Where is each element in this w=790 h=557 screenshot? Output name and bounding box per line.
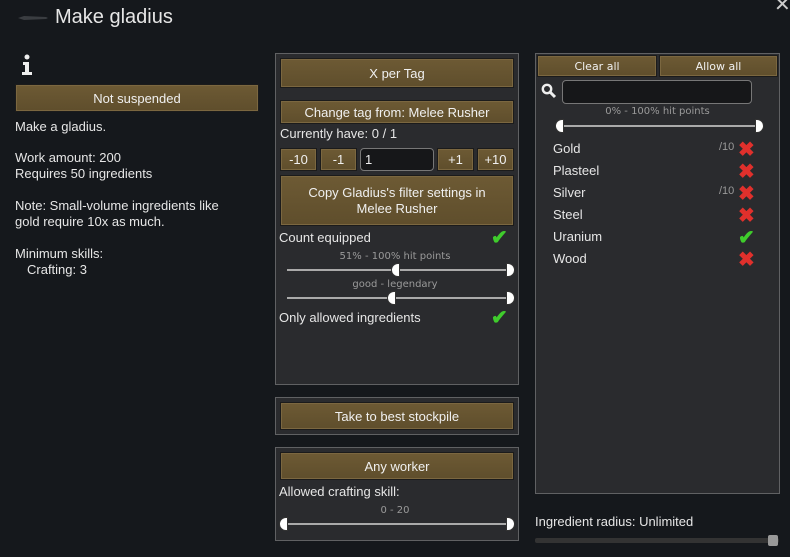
decrement-1-button[interactable]: -1 <box>320 148 357 171</box>
ingredient-note: /10 <box>719 141 735 153</box>
hit-points-range-label: 51% - 100% hit points <box>339 251 451 262</box>
ingredient-filter-panel <box>535 53 780 494</box>
ingredient-uranium: Uranium <box>553 229 603 244</box>
allow-all-button[interactable]: Allow all <box>659 55 778 77</box>
quality-range-label: good - legendary <box>352 279 438 290</box>
dialog-title: Make gladius <box>55 6 173 28</box>
copy-filter-button[interactable]: Copy Gladius's filter settings in Melee … <box>280 175 514 226</box>
filter-hit-points-label: 0% - 100% hit points <box>605 106 710 117</box>
ingredient-count: Requires 50 ingredients <box>15 166 153 181</box>
filter-hit-points-slider[interactable] <box>560 125 760 127</box>
ingredient-plasteel: Plasteel <box>553 163 600 178</box>
quality-slider[interactable] <box>287 297 510 299</box>
clear-all-button[interactable]: Clear all <box>537 55 657 77</box>
ingredient-note: /10 <box>719 185 735 197</box>
cross-icon[interactable]: ✖ <box>738 247 755 272</box>
count-equipped-label: Count equipped <box>279 230 371 245</box>
ingredient-silver: Silver <box>553 185 586 200</box>
work-amount: Work amount: 200 <box>15 150 121 165</box>
change-tag-button[interactable]: Change tag from: Melee Rusher <box>280 100 514 124</box>
ingredient-steel: Steel <box>553 207 583 222</box>
filter-hit-points-min-handle[interactable] <box>555 119 564 133</box>
recipe-description: Make a gladius. <box>15 119 107 134</box>
only-allowed-checkbox[interactable]: ✔ <box>491 305 508 330</box>
search-icon <box>541 83 557 99</box>
count-equipped-checkbox[interactable]: ✔ <box>491 225 508 250</box>
ingredient-radius-label: Ingredient radius: Unlimited <box>535 514 694 529</box>
decrement-10-button[interactable]: -10 <box>280 148 317 171</box>
stockpile-button[interactable]: Take to best stockpile <box>280 402 514 430</box>
repeat-mode-button[interactable]: X per Tag <box>280 58 514 88</box>
target-count-input[interactable]: 1 <box>360 148 434 171</box>
info-icon[interactable] <box>20 54 34 76</box>
ingredient-radius-handle[interactable] <box>768 535 778 546</box>
note-line-1: Note: Small-volume ingredients like <box>15 198 219 213</box>
worker-button[interactable]: Any worker <box>280 452 514 480</box>
only-allowed-label: Only allowed ingredients <box>279 310 421 325</box>
hit-points-min-handle[interactable] <box>391 263 400 277</box>
skill-range-label: 0 - 20 <box>380 505 410 516</box>
suspend-button[interactable]: Not suspended <box>15 84 259 112</box>
allowed-skill-label: Allowed crafting skill: <box>279 484 400 499</box>
search-input[interactable] <box>562 80 752 104</box>
skill-min-handle[interactable] <box>279 517 288 531</box>
currently-have: Currently have: 0 / 1 <box>280 126 398 141</box>
gladius-icon <box>18 16 48 20</box>
note-line-2: gold require 10x as much. <box>15 214 165 229</box>
increment-10-button[interactable]: +10 <box>477 148 514 171</box>
ingredient-wood: Wood <box>553 251 587 266</box>
ingredient-gold: Gold <box>553 141 581 156</box>
increment-1-button[interactable]: +1 <box>437 148 474 171</box>
crafting-skill: Crafting: 3 <box>27 262 87 277</box>
ingredient-radius-slider[interactable] <box>535 538 779 543</box>
skill-slider[interactable] <box>284 523 511 525</box>
quality-min-handle[interactable] <box>387 291 396 305</box>
close-icon[interactable]: ✕ <box>774 0 790 17</box>
min-skills-label: Minimum skills: <box>15 246 104 261</box>
